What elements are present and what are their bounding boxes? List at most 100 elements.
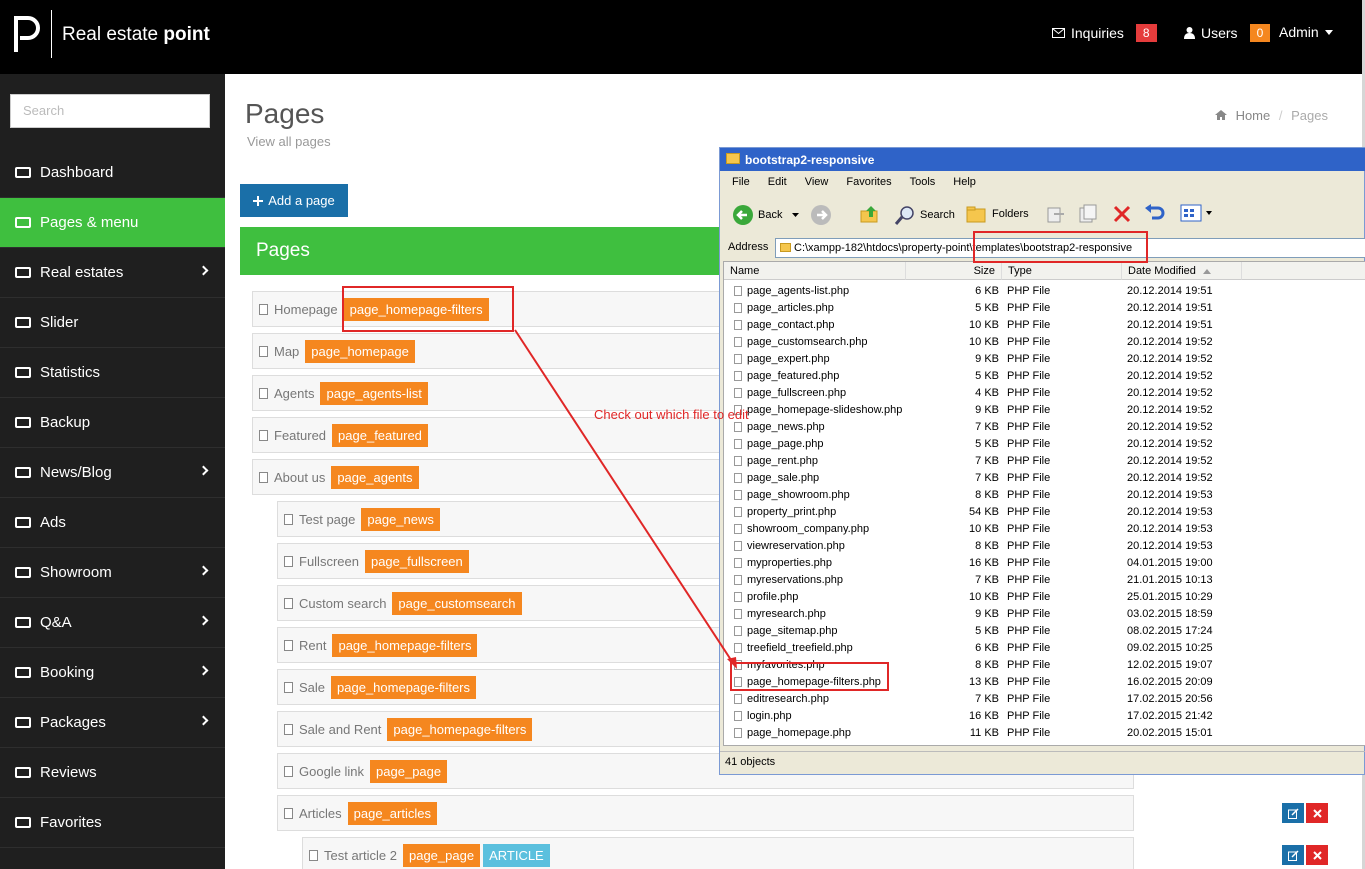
file-row[interactable]: myproperties.php 16 KB PHP File 04.01.2015 …: [724, 555, 1365, 572]
file-row[interactable]: page_showroom.php 8 KB PHP File 20.12.2014 …: [724, 487, 1365, 504]
file-type: PHP File: [1007, 506, 1051, 518]
sidebar-item-ads[interactable]: Ads: [0, 498, 225, 548]
page-row[interactable]: Rent page_homepage-filters: [277, 627, 725, 663]
delete-button[interactable]: [1306, 803, 1328, 823]
page-row[interactable]: Map page_homepage: [252, 333, 725, 369]
add-page-button[interactable]: Add a page: [240, 184, 348, 217]
page-row[interactable]: Fullscreen page_fullscreen: [277, 543, 725, 579]
page-name: Sale: [299, 679, 326, 695]
sidebar-item-dashboard[interactable]: Dashboard: [0, 148, 225, 198]
delete-button[interactable]: [1306, 845, 1328, 865]
menu-tools[interactable]: Tools: [898, 172, 942, 192]
file-row[interactable]: page_agents-list.php 6 KB PHP File 20.12.20…: [724, 283, 1365, 300]
inquiries-link[interactable]: Inquiries 8: [1052, 24, 1157, 42]
file-row[interactable]: profile.php 10 KB PHP File 25.01.2015 10:29: [724, 589, 1365, 606]
sidebar-item-news-blog[interactable]: News/Blog: [0, 448, 225, 498]
file-row[interactable]: treefield_treefield.php 6 KB PHP File 09.02…: [724, 640, 1365, 657]
sidebar-item-booking[interactable]: Booking: [0, 648, 225, 698]
explorer-title: bootstrap2-responsive: [745, 153, 875, 167]
page-name: Agents: [274, 385, 315, 401]
brand-name[interactable]: Real estate point: [62, 24, 210, 46]
menu-edit[interactable]: Edit: [756, 172, 793, 192]
file-row[interactable]: page_featured.php 5 KB PHP File 20.12.2014 …: [724, 368, 1365, 385]
file-date: 25.01.2015 10:29: [1127, 591, 1213, 603]
page-row[interactable]: Agents page_agents-list: [252, 375, 725, 411]
page-row[interactable]: Custom search page_customsearch: [277, 585, 725, 621]
delete-x-icon: [1113, 205, 1131, 223]
back-button[interactable]: Back: [732, 204, 800, 226]
sidebar-item-pages-menu[interactable]: Pages & menu: [0, 198, 225, 248]
column-size[interactable]: Size: [906, 262, 1002, 280]
menu-help[interactable]: Help: [941, 172, 982, 192]
search-input[interactable]: Search: [10, 94, 210, 128]
column-type[interactable]: Type: [1002, 262, 1122, 280]
file-row[interactable]: myreservations.php 7 KB PHP File 21.01.2015…: [724, 572, 1365, 589]
page-row[interactable]: Sale page_homepage-filters: [277, 669, 725, 705]
forward-button[interactable]: [810, 204, 832, 226]
file-size: 16 KB: [969, 710, 999, 722]
explorer-title-bar[interactable]: bootstrap2-responsive: [720, 148, 1365, 171]
sidebar-item-reviews[interactable]: Reviews: [0, 748, 225, 798]
sidebar-item-favorites[interactable]: Favorites: [0, 798, 225, 848]
breadcrumb-home[interactable]: Home: [1236, 108, 1271, 123]
file-name: page_page.php: [747, 438, 824, 450]
menu-view[interactable]: View: [793, 172, 835, 192]
page-row[interactable]: Featured page_featured: [252, 417, 725, 453]
inquiries-badge: 8: [1135, 24, 1157, 42]
search-label: Search: [920, 209, 955, 221]
sidebar-item-label: Dashboard: [40, 164, 114, 181]
file-date: 20.12.2014 19:53: [1127, 506, 1213, 518]
edit-button[interactable]: [1282, 845, 1304, 865]
sidebar-item-packages[interactable]: Packages: [0, 698, 225, 748]
page-row[interactable]: Articles page_articles: [277, 795, 1134, 831]
menu-favorites[interactable]: Favorites: [834, 172, 897, 192]
admin-dropdown[interactable]: Admin: [1279, 24, 1333, 40]
users-link[interactable]: Users 0: [1184, 24, 1271, 42]
up-folder-button[interactable]: [860, 204, 880, 224]
delete-file-button[interactable]: [1112, 204, 1132, 224]
column-date-modified[interactable]: Date Modified: [1122, 262, 1242, 280]
file-row[interactable]: editresearch.php 7 KB PHP File 17.02.2015 2…: [724, 691, 1365, 708]
file-row[interactable]: login.php 16 KB PHP File 17.02.2015 21:42: [724, 708, 1365, 725]
column-name[interactable]: Name: [724, 262, 906, 280]
file-row[interactable]: page_homepage.php 11 KB PHP File 20.02.2015…: [724, 725, 1365, 742]
file-row[interactable]: page_customsearch.php 10 KB PHP File 20.12.…: [724, 334, 1365, 351]
file-row[interactable]: viewreservation.php 8 KB PHP File 20.12.201…: [724, 538, 1365, 555]
page-row[interactable]: About us page_agents: [252, 459, 725, 495]
file-row[interactable]: page_fullscreen.php 4 KB PHP File 20.12.201…: [724, 385, 1365, 402]
file-row[interactable]: myresearch.php 9 KB PHP File 03.02.2015 18:…: [724, 606, 1365, 623]
search-button[interactable]: Search: [894, 204, 955, 226]
file-row[interactable]: page_sitemap.php 5 KB PHP File 08.02.2015 1…: [724, 623, 1365, 640]
file-row[interactable]: page_articles.php 5 KB PHP File 20.12.2014 …: [724, 300, 1365, 317]
file-icon: [309, 849, 318, 861]
edit-button[interactable]: [1282, 803, 1304, 823]
file-row[interactable]: page_page.php 5 KB PHP File 20.12.2014 19:5…: [724, 436, 1365, 453]
sidebar-item-backup[interactable]: Backup: [0, 398, 225, 448]
file-row[interactable]: page_expert.php 9 KB PHP File 20.12.2014 19…: [724, 351, 1365, 368]
file-row[interactable]: page_news.php 7 KB PHP File 20.12.2014 19:5…: [724, 419, 1365, 436]
file-row[interactable]: page_homepage-slideshow.php 9 KB PHP File 2…: [724, 402, 1365, 419]
address-label: Address: [728, 241, 769, 253]
file-icon: [284, 723, 293, 735]
file-row[interactable]: property_print.php 54 KB PHP File 20.12.201…: [724, 504, 1365, 521]
views-button[interactable]: [1180, 204, 1212, 222]
page-row[interactable]: Sale and Rent page_homepage-filters: [277, 711, 725, 747]
menu-file[interactable]: File: [720, 172, 756, 192]
move-to-button[interactable]: [1046, 204, 1066, 224]
file-row[interactable]: showroom_company.php 10 KB PHP File 20.12.2…: [724, 521, 1365, 538]
sidebar-item-real-estates[interactable]: Real estates: [0, 248, 225, 298]
copy-to-button[interactable]: [1078, 204, 1098, 224]
folders-button[interactable]: Folders: [966, 204, 1029, 224]
file-row[interactable]: page_rent.php 7 KB PHP File 20.12.2014 19:5…: [724, 453, 1365, 470]
file-type: PHP File: [1007, 659, 1051, 671]
sidebar-item-showroom[interactable]: Showroom: [0, 548, 225, 598]
file-row[interactable]: page_sale.php 7 KB PHP File 20.12.2014 19:5…: [724, 470, 1365, 487]
sidebar-item-statistics[interactable]: Statistics: [0, 348, 225, 398]
sidebar-item-slider[interactable]: Slider: [0, 298, 225, 348]
file-row[interactable]: page_contact.php 10 KB PHP File 20.12.2014 …: [724, 317, 1365, 334]
undo-button[interactable]: [1144, 204, 1166, 224]
page-row[interactable]: Test page page_news: [277, 501, 725, 537]
file-type: PHP File: [1007, 319, 1051, 331]
sidebar-item-q-a[interactable]: Q&A: [0, 598, 225, 648]
page-row[interactable]: Test article 2 page_page ARTICLE: [302, 837, 1134, 869]
